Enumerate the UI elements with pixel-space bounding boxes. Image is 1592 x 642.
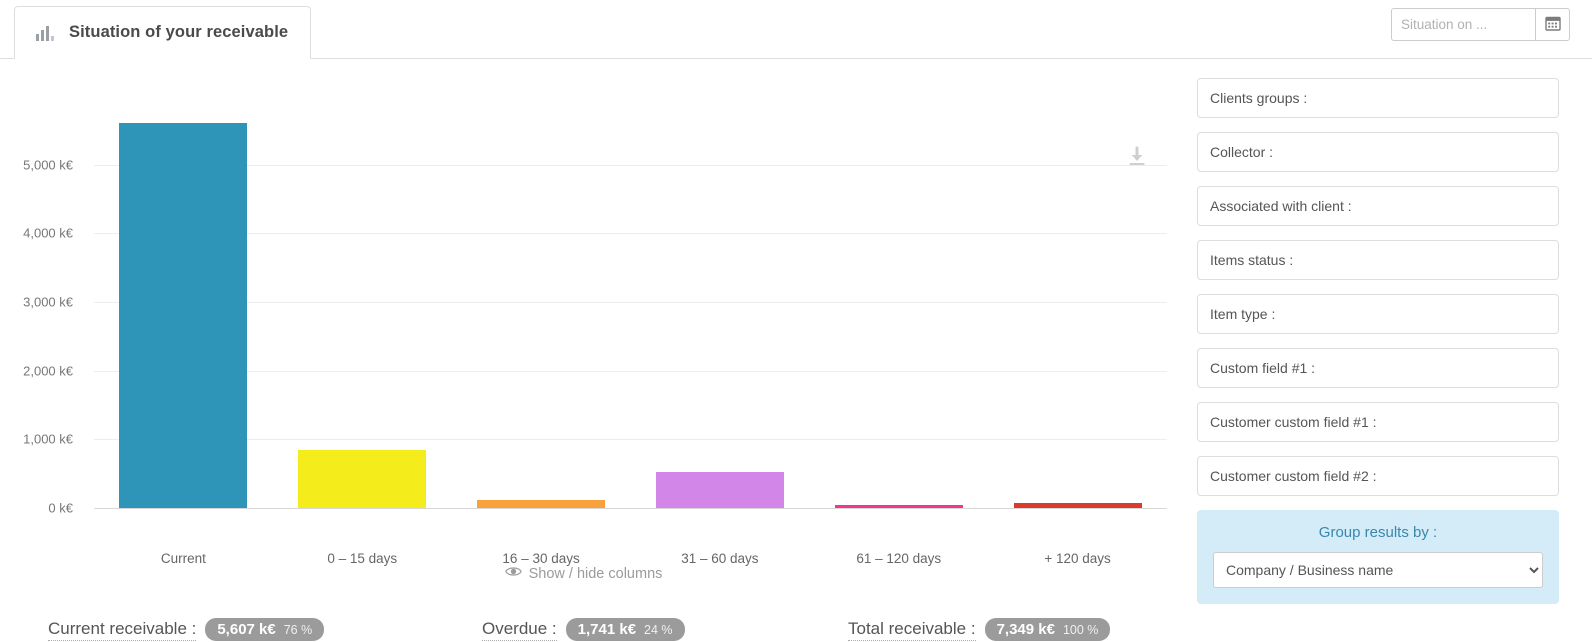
y-axis-tick-label: 5,000 k€ xyxy=(23,157,73,173)
filter-custom-field-1[interactable]: Custom field #1 : xyxy=(1197,348,1559,388)
filter-label: Customer custom field #2 : xyxy=(1210,468,1377,484)
overdue-badge: 1,741 k€ 24 % xyxy=(565,618,685,641)
y-axis-tick-label: 2,000 k€ xyxy=(23,363,73,379)
gridline xyxy=(94,302,1167,303)
gridline xyxy=(94,370,1167,372)
bar-3160days[interactable] xyxy=(655,471,784,508)
x-axis-tick-label: 0 – 15 days xyxy=(327,551,398,566)
filter-label: Clients groups : xyxy=(1210,90,1308,106)
total-receivable-badge: 7,349 k€ 100 % xyxy=(984,618,1111,641)
filter-items-status[interactable]: Items status : xyxy=(1197,240,1559,280)
chart-panel: 0 k€ 1,000 k€ 2,000 k€ 3,000 k€ 4,000 k€ 5,00… xyxy=(0,60,1180,642)
show-hide-columns-link[interactable]: Show / hide columns xyxy=(0,565,1167,582)
filter-label: Customer custom field #1 : xyxy=(1210,414,1377,430)
filter-item-type[interactable]: Item type : xyxy=(1197,294,1559,334)
calendar-button[interactable] xyxy=(1535,8,1570,41)
overdue-label: Overdue : xyxy=(482,619,557,641)
y-axis-tick-label: 4,000 k€ xyxy=(23,225,73,241)
filter-label: Custom field #1 : xyxy=(1210,360,1316,376)
gridline xyxy=(94,233,1167,235)
filter-collector[interactable]: Collector : xyxy=(1197,132,1559,172)
bar-015days[interactable] xyxy=(298,449,427,508)
y-axis-tick-label: 0 k€ xyxy=(48,500,73,516)
current-receivable-percent: 76 % xyxy=(283,623,313,637)
bar-120days[interactable] xyxy=(1013,502,1142,508)
current-receivable-amount: 5,607 k€ xyxy=(217,621,276,638)
tab-bar: Situation of your receivable xyxy=(0,0,1592,59)
summary-row: Current receivable : 5,607 k€ 76 % Overd… xyxy=(0,608,1167,642)
filter-associated-with-client[interactable]: Associated with client : xyxy=(1197,186,1559,226)
current-receivable-badge: 5,607 k€ 76 % xyxy=(205,618,325,641)
filter-clients-groups[interactable]: Clients groups : xyxy=(1197,78,1559,118)
summary-total-receivable: Total receivable : 7,349 k€ 100 % xyxy=(848,618,1111,641)
total-receivable-label: Total receivable : xyxy=(848,619,976,641)
filter-customer-custom-field-2[interactable]: Customer custom field #2 : xyxy=(1197,456,1559,496)
x-axis-tick-label: 61 – 120 days xyxy=(856,551,942,566)
x-axis-tick-label: 31 – 60 days xyxy=(681,551,759,566)
filter-list: Clients groups : Collector : Associated wi… xyxy=(1197,78,1559,496)
y-axis-tick-label: 3,000 k€ xyxy=(23,294,73,310)
tab-label: Situation of your receivable xyxy=(69,23,289,41)
x-axis-tick-label: + 120 days xyxy=(1044,551,1111,566)
summary-current-receivable: Current receivable : 5,607 k€ 76 % xyxy=(48,618,325,641)
summary-overdue: Overdue : 1,741 k€ 24 % xyxy=(482,618,685,641)
filter-label: Collector : xyxy=(1210,144,1274,160)
filter-label: Items status : xyxy=(1210,252,1294,268)
tab-situation-of-your-receivable[interactable]: Situation of your receivable xyxy=(14,6,312,59)
group-results-title: Group results by : xyxy=(1318,524,1438,541)
gridline xyxy=(94,164,1167,166)
gridline xyxy=(94,508,1167,509)
total-receivable-percent: 100 % xyxy=(1062,623,1099,637)
x-axis-tick-label: Current xyxy=(160,551,206,566)
bar-61120days[interactable] xyxy=(834,505,963,508)
situation-date-picker[interactable] xyxy=(1391,8,1570,41)
bar-current[interactable] xyxy=(119,123,248,508)
show-hide-columns-label: Show / hide columns xyxy=(528,565,663,582)
bar-chart-icon xyxy=(35,23,55,43)
bar-1630days[interactable] xyxy=(477,499,606,508)
current-receivable-label: Current receivable : xyxy=(48,619,197,641)
filters-panel: Clients groups : Collector : Associated wi… xyxy=(1197,78,1559,604)
overdue-percent: 24 % xyxy=(644,623,673,637)
calendar-icon xyxy=(1544,15,1561,34)
overdue-amount: 1,741 k€ xyxy=(577,621,637,638)
filter-label: Item type : xyxy=(1210,306,1276,322)
gridline xyxy=(94,439,1167,441)
eye-icon xyxy=(504,565,522,582)
situation-date-input[interactable] xyxy=(1391,8,1535,41)
x-axis-tick-label: 16 – 30 days xyxy=(502,551,580,566)
bar-chart-plot: 0 k€ 1,000 k€ 2,000 k€ 3,000 k€ 4,000 k€ 5,00… xyxy=(23,96,1167,566)
total-receivable-amount: 7,349 k€ xyxy=(996,621,1055,638)
group-results-select[interactable]: Company / Business name xyxy=(1213,552,1543,588)
filter-label: Associated with client : xyxy=(1210,198,1352,214)
group-results-card: Group results by : Company / Business na… xyxy=(1197,510,1559,604)
y-axis-tick-label: 1,000 k€ xyxy=(23,431,73,447)
filter-customer-custom-field-1[interactable]: Customer custom field #1 : xyxy=(1197,402,1559,442)
receivable-dashboard: Situation of your receivable Situation o… xyxy=(0,0,1592,642)
